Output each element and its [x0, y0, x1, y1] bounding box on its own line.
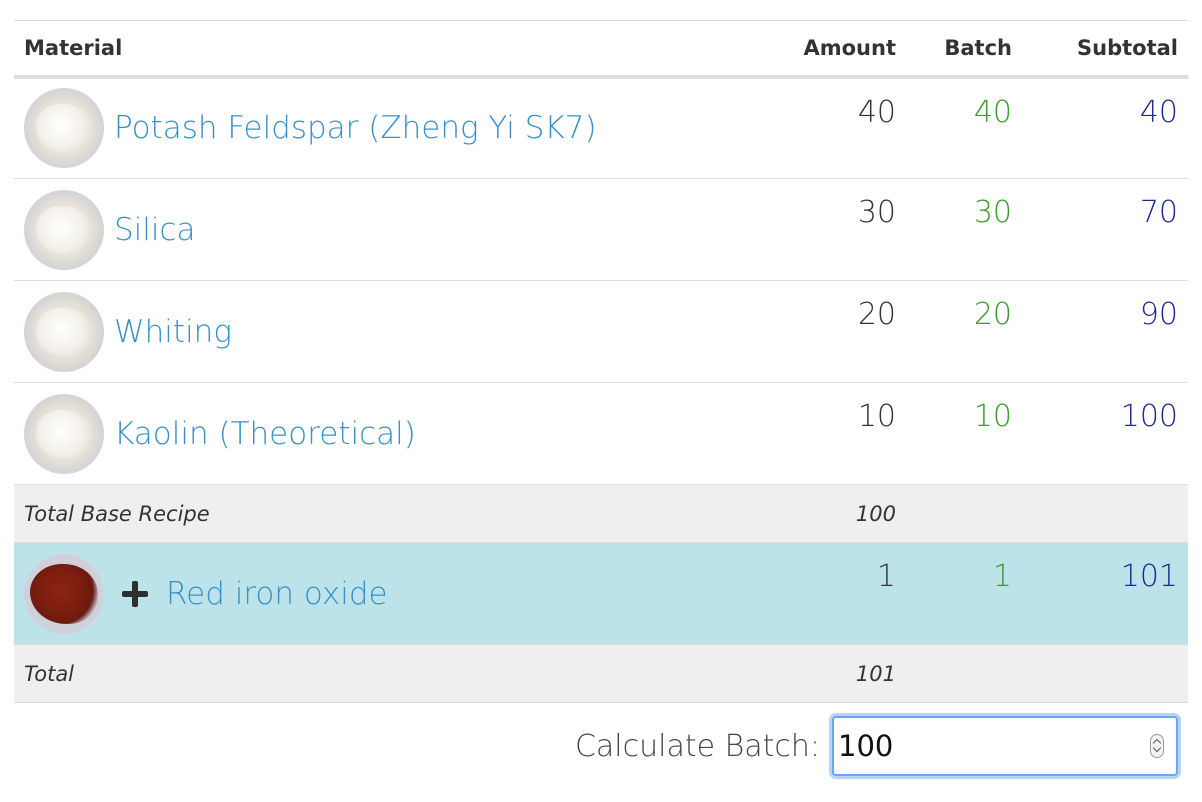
plus-icon	[122, 580, 148, 607]
amount-value: 20	[734, 280, 906, 383]
material-cell: Silica	[14, 178, 734, 281]
subtotal-value: 70	[1022, 178, 1188, 281]
material-cell: Red iron oxide	[14, 542, 734, 645]
material-link[interactable]: Potash Feldspar (Zheng Yi SK7)	[114, 110, 597, 146]
batch-value: 10	[906, 382, 1022, 485]
white-powder-thumbnail	[24, 393, 104, 474]
material-cell: Potash Feldspar (Zheng Yi SK7)	[14, 76, 734, 179]
empty-cell	[906, 644, 1022, 703]
material-link[interactable]: Silica	[114, 212, 196, 248]
batch-value: 1	[906, 542, 1022, 645]
material-row: Whiting 20 20 90	[14, 280, 1188, 383]
batch-value: 30	[906, 178, 1022, 281]
base-total-amount: 100	[734, 484, 906, 543]
batch-column-header: Batch	[906, 20, 1022, 79]
batch-value: 40	[906, 76, 1022, 179]
amount-value: 30	[734, 178, 906, 281]
grand-total-row: Total 101	[14, 644, 1188, 703]
subtotal-value: 90	[1022, 280, 1188, 383]
subtotal-value: 40	[1022, 76, 1188, 179]
batch-value: 20	[906, 280, 1022, 383]
amount-value: 10	[734, 382, 906, 485]
spinner-icon[interactable]	[1150, 734, 1164, 758]
material-row: Silica 30 30 70	[14, 178, 1188, 281]
recipe-table: Material Amount Batch Subtotal Potash Fe…	[14, 20, 1188, 703]
material-row: Potash Feldspar (Zheng Yi SK7) 40 40 40	[14, 76, 1188, 179]
table-header-row: Material Amount Batch Subtotal	[14, 20, 1188, 79]
additive-row: Red iron oxide 1 1 101	[14, 542, 1188, 645]
calculate-batch-control: Calculate Batch:	[575, 716, 1178, 776]
material-row: Kaolin (Theoretical) 10 10 100	[14, 382, 1188, 485]
red-powder-thumbnail	[24, 553, 104, 634]
empty-cell	[1022, 644, 1188, 703]
material-link[interactable]: Kaolin (Theoretical)	[114, 416, 416, 452]
amount-column-header: Amount	[734, 20, 906, 79]
calculate-batch-input-wrapper	[832, 716, 1178, 776]
amount-value: 1	[734, 542, 906, 645]
white-powder-thumbnail	[24, 291, 104, 372]
base-total-label: Total Base Recipe	[14, 484, 734, 543]
white-powder-thumbnail	[24, 88, 104, 169]
grand-total-amount: 101	[734, 644, 906, 703]
calculate-batch-input[interactable]	[838, 722, 1138, 770]
material-cell: Kaolin (Theoretical)	[14, 382, 734, 485]
grand-total-label: Total	[14, 644, 734, 703]
subtotal-value: 100	[1022, 382, 1188, 485]
base-total-row: Total Base Recipe 100	[14, 484, 1188, 543]
empty-cell	[1022, 484, 1188, 543]
subtotal-column-header: Subtotal	[1022, 20, 1188, 79]
material-link[interactable]: Red iron oxide	[166, 576, 388, 612]
material-cell: Whiting	[14, 280, 734, 383]
calculate-batch-label: Calculate Batch:	[574, 728, 820, 764]
material-column-header: Material	[14, 20, 734, 79]
subtotal-value: 101	[1022, 542, 1188, 645]
material-link[interactable]: Whiting	[114, 314, 232, 350]
amount-value: 40	[734, 76, 906, 179]
empty-cell	[906, 484, 1022, 543]
white-powder-thumbnail	[24, 189, 104, 270]
